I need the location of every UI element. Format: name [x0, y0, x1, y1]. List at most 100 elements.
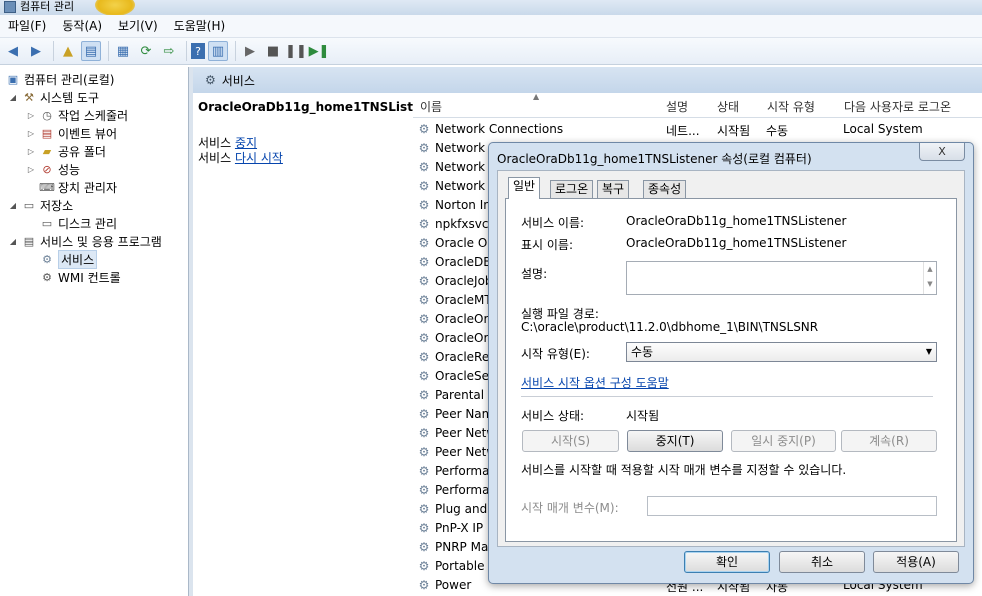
- table-row[interactable]: ⚙ PNRP Ma: [417, 537, 489, 556]
- col-status[interactable]: 상태: [717, 98, 739, 115]
- up-folder-icon[interactable]: ▲: [58, 41, 78, 61]
- table-row[interactable]: ⚙ OracleMT: [417, 290, 492, 309]
- service-startup: 수동: [766, 124, 789, 138]
- gear-icon: ⚙: [418, 216, 430, 231]
- table-row[interactable]: ⚙ Power: [417, 575, 472, 594]
- table-row[interactable]: ⚙ Network L: [417, 157, 496, 176]
- param-label: 시작 매개 변수(M):: [521, 501, 619, 515]
- table-row[interactable]: ⚙ Performar: [417, 480, 495, 499]
- menu-file[interactable]: 파일(F): [0, 15, 54, 37]
- clock-icon: ◷: [42, 108, 52, 122]
- scrollbar[interactable]: ▲ ▼: [923, 262, 936, 294]
- menu-view[interactable]: 보기(V): [110, 15, 166, 37]
- col-name[interactable]: 이름: [420, 98, 442, 115]
- tree-disk-management[interactable]: ▭ 디스크 관리: [36, 214, 117, 232]
- tree-event-viewer[interactable]: ▷ ▤ 이벤트 뷰어: [26, 124, 117, 142]
- resume-button[interactable]: 계속(R): [841, 430, 937, 452]
- expand-arrow-icon[interactable]: ▷: [26, 129, 36, 138]
- stop-icon[interactable]: ■: [263, 41, 283, 61]
- table-row[interactable]: ⚙ OracleOra: [417, 309, 496, 328]
- menu-help[interactable]: 도움말(H): [166, 15, 234, 37]
- gear-icon: ⚙: [418, 406, 430, 421]
- table-row[interactable]: ⚙ Network Connections: [417, 119, 563, 138]
- col-startup[interactable]: 시작 유형: [767, 98, 815, 115]
- properties-icon[interactable]: ▦: [113, 41, 133, 61]
- help-link[interactable]: 서비스 시작 옵션 구성 도움말: [521, 374, 669, 391]
- table-row[interactable]: ⚙ Network L: [417, 138, 496, 157]
- tree-system-tools[interactable]: ◢ ⚒ 시스템 도구: [8, 88, 99, 106]
- startup-type-label: 시작 유형(E):: [521, 347, 590, 361]
- cancel-button[interactable]: 취소: [779, 551, 865, 573]
- restart-icon[interactable]: ▶❚: [309, 41, 330, 61]
- startup-type-value: 수동: [631, 345, 654, 359]
- table-row[interactable]: ⚙ Network S: [417, 176, 497, 195]
- ok-button[interactable]: 확인: [684, 551, 770, 573]
- pause-button[interactable]: 일시 중지(P): [731, 430, 836, 452]
- col-desc[interactable]: 설명: [666, 98, 688, 115]
- table-row[interactable]: ⚙ npkfxsvc: [417, 214, 489, 233]
- export-icon[interactable]: ⇨: [159, 41, 179, 61]
- collapse-arrow-icon[interactable]: ◢: [8, 237, 18, 246]
- table-row[interactable]: ⚙ OracleJob: [417, 271, 493, 290]
- table-row[interactable]: ⚙ Peer Netw: [417, 442, 497, 461]
- restart-service-link[interactable]: 다시 시작: [235, 151, 283, 165]
- tree-performance[interactable]: ▷ ⊘ 성능: [26, 160, 80, 178]
- show-action-pane-icon[interactable]: ▥: [208, 41, 228, 61]
- tree-root[interactable]: ▣ 컴퓨터 관리(로컬): [2, 70, 115, 88]
- service-name: Network Connections: [435, 121, 564, 136]
- play-icon[interactable]: ▶: [240, 41, 260, 61]
- expand-arrow-icon[interactable]: ▷: [26, 147, 36, 156]
- gear-icon: ⚙: [418, 444, 430, 459]
- tree-storage[interactable]: ◢ ▭ 저장소: [8, 196, 73, 214]
- forward-icon[interactable]: ▶: [26, 41, 46, 61]
- expand-arrow-icon[interactable]: ▷: [26, 111, 36, 120]
- tree-services-apps[interactable]: ◢ ▤ 서비스 및 응용 프로그램: [8, 232, 162, 250]
- refresh-icon[interactable]: ⟳: [136, 41, 156, 61]
- tab-logon[interactable]: 로그온: [550, 180, 594, 198]
- service-name: Network L: [435, 140, 496, 155]
- gear-icon: ⚙: [418, 368, 430, 383]
- collapse-arrow-icon[interactable]: ◢: [8, 93, 18, 102]
- service-logon: Local System: [843, 122, 923, 136]
- gear-icon: ⚙: [418, 273, 430, 288]
- table-row[interactable]: ⚙ OracleRen: [417, 347, 497, 366]
- show-tree-icon[interactable]: ▤: [81, 41, 101, 61]
- close-button[interactable]: X: [919, 143, 965, 161]
- tab-recovery[interactable]: 복구: [597, 180, 630, 198]
- expand-arrow-icon[interactable]: ▷: [26, 165, 36, 174]
- table-row[interactable]: ⚙ Plug and: [417, 499, 488, 518]
- table-row[interactable]: ⚙ OracleOra: [417, 328, 496, 347]
- help-icon[interactable]: ?: [191, 43, 205, 59]
- tree-task-scheduler[interactable]: ▷ ◷ 작업 스케줄러: [26, 106, 128, 124]
- table-row[interactable]: ⚙ Peer Netw: [417, 423, 497, 442]
- back-icon[interactable]: ◀: [3, 41, 23, 61]
- start-button[interactable]: 시작(S): [522, 430, 619, 452]
- table-row[interactable]: ⚙ PnP-X IP: [417, 518, 484, 537]
- table-row[interactable]: ⚙ Norton In: [417, 195, 491, 214]
- start-params-input[interactable]: [647, 496, 937, 516]
- tree-shared-folders[interactable]: ▷ ▰ 공유 폴더: [26, 142, 106, 160]
- col-logon[interactable]: 다음 사용자로 로그온: [844, 98, 951, 115]
- stop-service-link[interactable]: 중지: [235, 136, 257, 150]
- table-row[interactable]: ⚙ OracleSer: [417, 366, 494, 385]
- description-field[interactable]: ▲ ▼: [626, 261, 937, 295]
- tree-wmi[interactable]: ⚙ WMI 컨트롤: [36, 268, 121, 286]
- table-row[interactable]: ⚙ Performar: [417, 461, 495, 480]
- startup-type-select[interactable]: 수동 ▼: [626, 342, 937, 362]
- gear-icon: ⚙: [418, 197, 430, 212]
- stop-button[interactable]: 중지(T): [627, 430, 723, 452]
- tree-services[interactable]: ⚙ 서비스: [36, 249, 98, 269]
- tab-dependencies[interactable]: 종속성: [643, 180, 687, 198]
- table-row[interactable]: ⚙ Parental C: [417, 385, 497, 404]
- collapse-arrow-icon[interactable]: ◢: [8, 201, 18, 210]
- apply-button[interactable]: 적용(A): [873, 551, 959, 573]
- tree-device-manager[interactable]: ⌨ 장치 관리자: [36, 178, 117, 196]
- table-row[interactable]: ⚙ Peer Nam: [417, 404, 494, 423]
- menu-action[interactable]: 동작(A): [54, 15, 110, 37]
- tab-general[interactable]: 일반: [508, 177, 541, 199]
- table-row[interactable]: ⚙ Oracle OR: [417, 233, 496, 252]
- table-row[interactable]: ⚙ OracleDB: [417, 252, 492, 271]
- navigation-tree: ▣ 컴퓨터 관리(로컬) ◢ ⚒ 시스템 도구 ▷ ◷ 작업 스케줄러 ▷ ▤ …: [0, 67, 189, 596]
- pause-icon[interactable]: ❚❚: [285, 41, 307, 61]
- table-row[interactable]: ⚙ Portable D: [417, 556, 498, 575]
